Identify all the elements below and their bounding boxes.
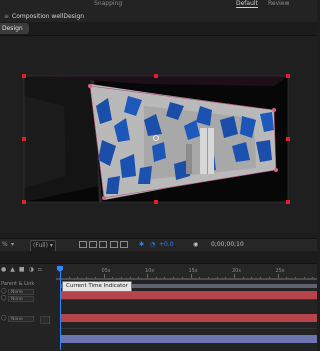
shy-icon[interactable]: ▲ — [10, 266, 15, 273]
exposure-value[interactable]: +0.0 — [159, 240, 174, 250]
grid-guides-icon[interactable] — [120, 241, 128, 248]
region-of-interest-icon[interactable] — [110, 241, 118, 248]
parent-dropdown-arrow[interactable] — [40, 316, 50, 324]
frame-handle[interactable] — [286, 137, 290, 141]
parent-dropdown-value: None — [11, 290, 23, 295]
chevron-down-icon[interactable]: ▾ — [11, 240, 14, 250]
parent-dropdown-value: None — [11, 317, 23, 322]
layer-bar-divider — [60, 299, 317, 300]
current-time-indicator[interactable] — [60, 266, 61, 350]
frame-handle[interactable] — [22, 74, 26, 78]
pickwhip-icon[interactable]: ◯ — [1, 295, 7, 301]
color-management-icon[interactable]: ✱ — [139, 240, 144, 250]
search-icon[interactable]: ● — [1, 266, 6, 273]
layer-outline: ● ▲ ■ ◑ ▫ Parent & Link ◯ None ◯ None ◯ … — [0, 264, 56, 350]
viewer-toolbar: % ▾ (Full) ▾ ✱ ◔ +0.0 ◉ 0;00;00;10 — [0, 238, 317, 252]
parent-dropdown[interactable]: None — [8, 296, 34, 302]
layer-bar[interactable] — [60, 314, 317, 322]
exposure-reset-icon[interactable]: ◔ — [150, 240, 155, 250]
frame-handle[interactable] — [22, 137, 26, 141]
parent-link-header: Parent & Link — [1, 281, 35, 287]
fast-previews-icon[interactable] — [79, 241, 87, 248]
layer-bar[interactable] — [60, 335, 317, 343]
motion-blur-icon[interactable]: ◑ — [29, 266, 34, 273]
layer-bar[interactable] — [60, 291, 317, 299]
graph-editor-icon[interactable]: ▫ — [38, 266, 42, 273]
work-area-bar[interactable] — [56, 278, 317, 280]
mask-visibility-icon[interactable] — [99, 241, 107, 248]
snapshot-icon[interactable]: ◉ — [193, 240, 198, 250]
frame-handle[interactable] — [154, 74, 158, 78]
frame-blend-icon[interactable]: ■ — [19, 266, 25, 273]
parent-dropdown-value: None — [11, 297, 23, 302]
frame-handle[interactable] — [22, 200, 26, 204]
resolution-value: (Full) — [33, 242, 48, 249]
frame-handle[interactable] — [154, 200, 158, 204]
frame-handle[interactable] — [286, 200, 290, 204]
frame-handle[interactable] — [286, 74, 290, 78]
panel-divider — [0, 251, 317, 263]
pickwhip-icon[interactable]: ◯ — [1, 288, 7, 294]
magnification-dropdown[interactable]: % — [2, 240, 8, 250]
transparency-grid-icon[interactable] — [89, 241, 97, 248]
parent-dropdown[interactable]: None — [8, 316, 34, 322]
layer-bar-divider — [60, 328, 317, 329]
current-timecode[interactable]: 0;00;00;10 — [211, 240, 244, 250]
parent-dropdown[interactable]: None — [8, 289, 34, 295]
current-time-tooltip: Current Time Indicator — [62, 281, 132, 292]
pickwhip-icon[interactable]: ◯ — [1, 315, 7, 321]
